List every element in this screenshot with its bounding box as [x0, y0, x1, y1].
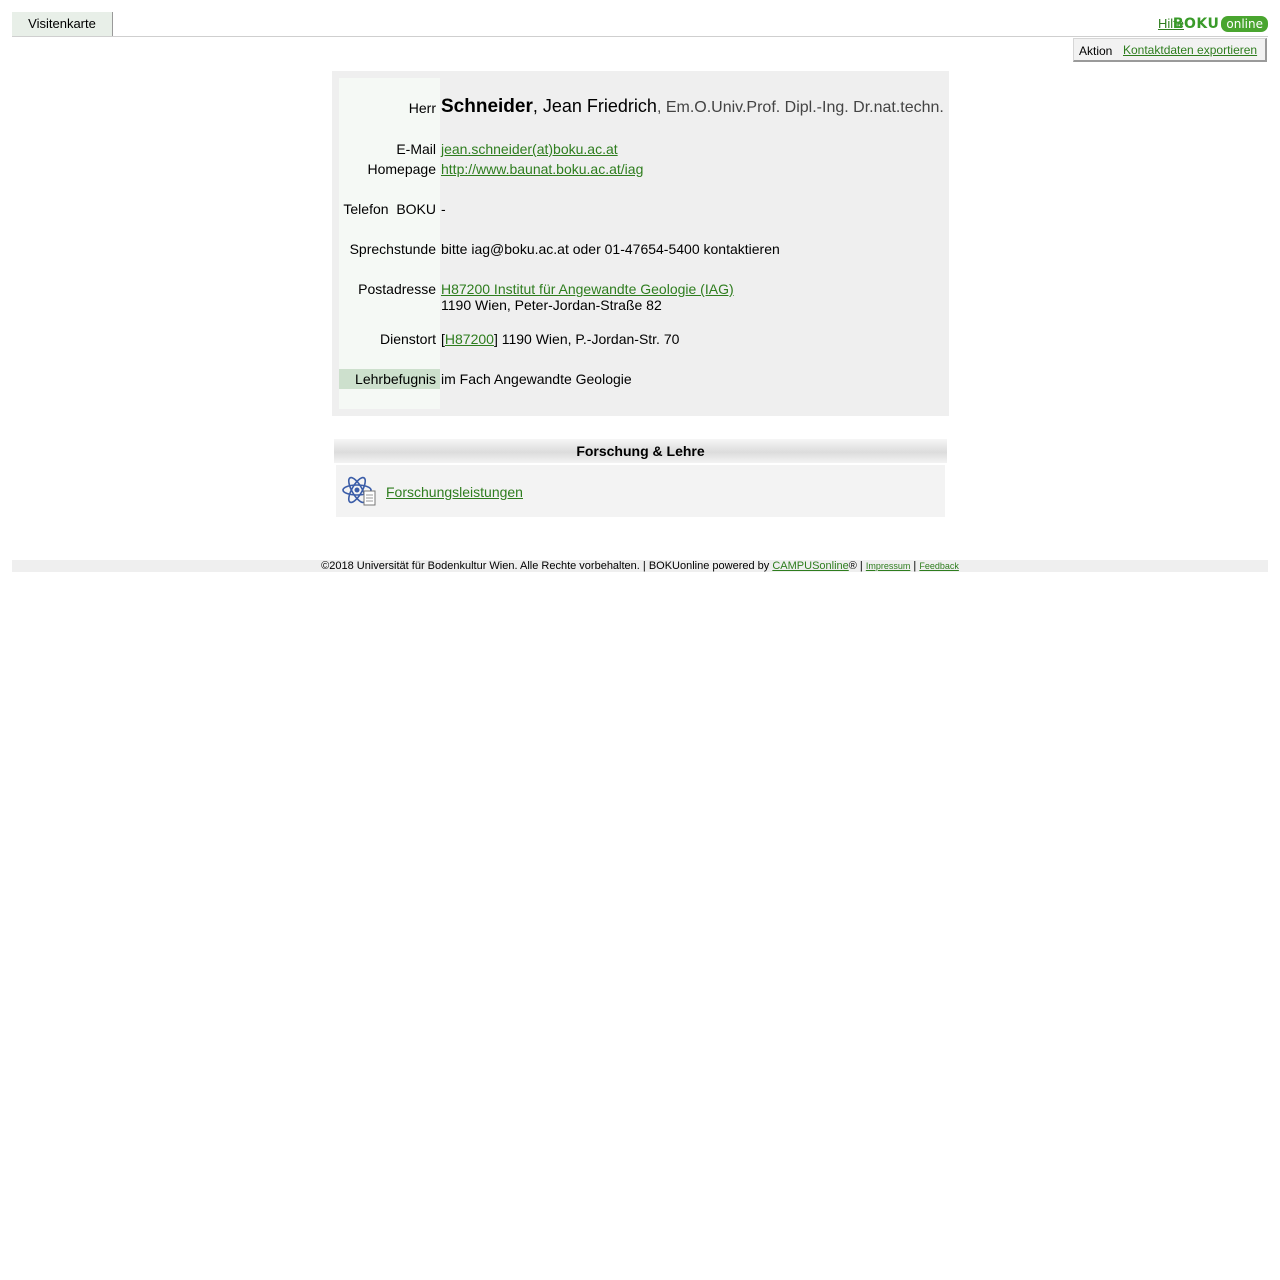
- logo-boku-text: BOKU: [1172, 16, 1220, 32]
- footer: ©2018 Universität für Bodenkultur Wien. …: [12, 560, 1268, 572]
- phone-label: Telefon BOKU: [343, 201, 436, 217]
- person-name: Schneider, Jean Friedrich, Em.O.Univ.Pro…: [441, 96, 944, 118]
- action-box: Aktion Kontaktdaten exportieren: [1073, 38, 1267, 62]
- phone-value: -: [441, 201, 446, 217]
- action-label: Aktion: [1079, 44, 1113, 58]
- footer-reg: ® |: [848, 560, 866, 572]
- homepage-link[interactable]: http://www.baunat.boku.ac.at/iag: [441, 161, 643, 177]
- logo-online-badge: online: [1221, 16, 1268, 32]
- research-panel: Forschungsleistungen: [336, 465, 945, 517]
- lehrbefugnis-label: Lehrbefugnis: [355, 371, 436, 387]
- campusonline-link[interactable]: CAMPUSonline: [772, 560, 848, 572]
- top-bar: Visitenkarte Hilfe BOKU online: [12, 12, 1268, 37]
- given-name: , Jean Friedrich: [532, 96, 657, 116]
- lehrbefugnis-value: im Fach Angewandte Geologie: [441, 371, 632, 387]
- business-card: Herr Schneider, Jean Friedrich, Em.O.Uni…: [332, 71, 949, 416]
- research-output-link[interactable]: Forschungsleistungen: [386, 484, 523, 500]
- homepage-label: Homepage: [367, 161, 437, 177]
- office-address: ] 1190 Wien, P.-Jordan-Str. 70: [493, 331, 680, 347]
- postal-address-label: Postadresse: [358, 281, 436, 297]
- feedback-link[interactable]: Feedback: [919, 561, 959, 571]
- postal-address-value: 1190 Wien, Peter-Jordan-Straße 82: [441, 297, 662, 313]
- institute-link[interactable]: H87200 Institut für Angewandte Geologie …: [441, 281, 734, 297]
- email-link[interactable]: jean.schneider(at)boku.ac.at: [441, 141, 618, 157]
- impressum-link[interactable]: Impressum: [866, 561, 911, 571]
- footer-separator: |: [910, 560, 920, 572]
- office-org-link[interactable]: H87200: [445, 331, 494, 347]
- salutation-label: Herr: [408, 100, 436, 116]
- academic-titles: , Em.O.Univ.Prof. Dipl.-Ing. Dr.nat.tech…: [656, 99, 944, 116]
- office-hours-label: Sprechstunde: [349, 241, 436, 257]
- boku-online-logo[interactable]: BOKU online: [1173, 16, 1268, 32]
- footer-copyright: ©2018 Universität für Bodenkultur Wien. …: [321, 560, 773, 572]
- email-label: E-Mail: [396, 141, 436, 157]
- tab-visitenkarte[interactable]: Visitenkarte: [12, 12, 113, 36]
- office-location-label: Dienstort: [379, 331, 436, 347]
- office-hours-value: bitte iag@boku.ac.at oder 01-47654-5400 …: [441, 241, 780, 257]
- office-location-value: [H87200] 1190 Wien, P.-Jordan-Str. 70: [441, 331, 679, 347]
- research-header: Forschung & Lehre: [334, 439, 947, 463]
- family-name: Schneider: [441, 96, 533, 117]
- research-atom-icon[interactable]: [342, 473, 378, 509]
- export-contact-link[interactable]: Kontaktdaten exportieren: [1123, 43, 1257, 57]
